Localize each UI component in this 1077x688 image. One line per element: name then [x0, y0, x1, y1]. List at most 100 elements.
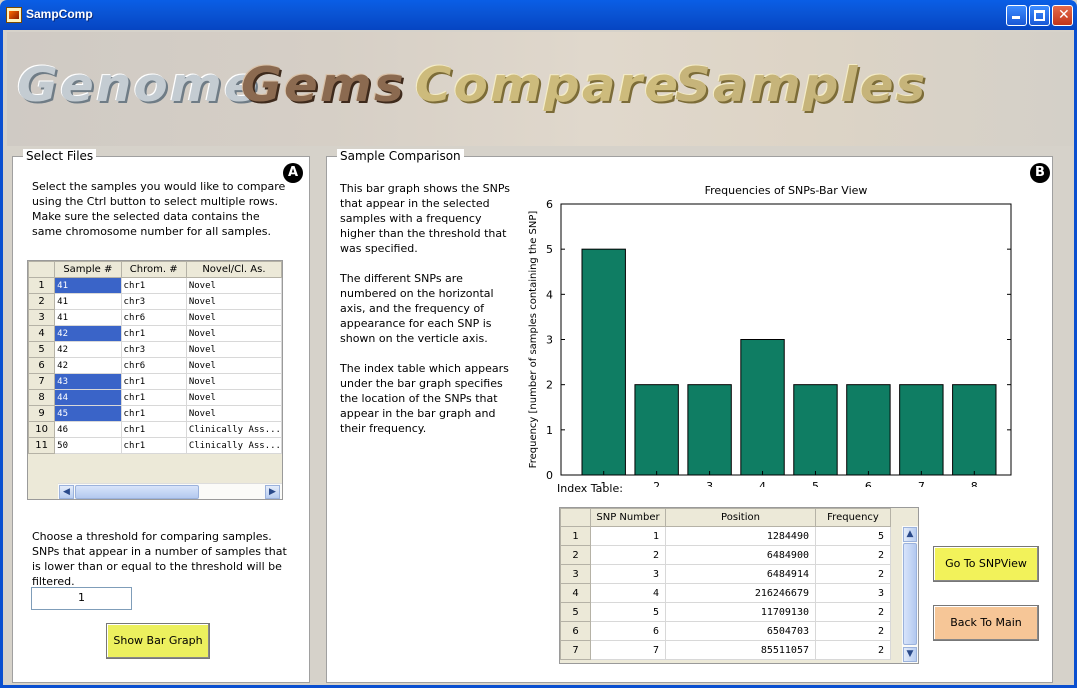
index-table-vertical-scrollbar[interactable]: ▲ ▼: [902, 526, 918, 663]
column-header-sample[interactable]: Sample #: [54, 261, 122, 278]
index-scroll-thumb[interactable]: [903, 543, 917, 645]
show-bar-graph-button[interactable]: Show Bar Graph: [106, 623, 210, 659]
minimize-button[interactable]: [1006, 5, 1027, 26]
go-to-snpview-button[interactable]: Go To SNPView: [933, 546, 1039, 582]
chrom-cell[interactable]: chr6: [120, 309, 187, 326]
column-header-snp-number[interactable]: SNP Number: [590, 508, 666, 527]
row-number[interactable]: 7: [28, 373, 56, 390]
type-cell[interactable]: Novel: [185, 277, 282, 294]
scroll-down-icon[interactable]: ▼: [903, 647, 917, 662]
sample-files-table[interactable]: Sample # Chrom. # Novel/Cl. As. 1 41 chr1 N…: [27, 260, 283, 500]
sample-cell[interactable]: 42: [54, 341, 122, 358]
index-table-row[interactable]: 3 3 6484914 2: [560, 564, 891, 584]
snp-number-cell[interactable]: 1: [590, 526, 666, 546]
type-cell[interactable]: Novel: [185, 325, 282, 342]
sample-cell[interactable]: 41: [54, 309, 122, 326]
row-number[interactable]: 3: [28, 309, 56, 326]
table-row[interactable]: 7 43 chr1 Novel: [28, 373, 282, 390]
index-table[interactable]: SNP Number Position Frequency 1 1 1284490 5…: [559, 507, 919, 664]
sample-cell[interactable]: 45: [54, 405, 122, 422]
type-cell[interactable]: Clinically Ass...: [185, 421, 282, 438]
chrom-cell[interactable]: chr3: [120, 341, 187, 358]
type-cell[interactable]: Novel: [185, 389, 282, 406]
frequency-cell[interactable]: 2: [815, 602, 891, 622]
scroll-thumb[interactable]: [75, 485, 199, 499]
table-row[interactable]: 2 41 chr3 Novel: [28, 293, 282, 310]
type-cell[interactable]: Novel: [185, 293, 282, 310]
row-number[interactable]: 11: [28, 437, 56, 454]
chrom-cell[interactable]: chr1: [120, 421, 187, 438]
sample-cell[interactable]: 42: [54, 357, 122, 374]
row-number[interactable]: 2: [28, 293, 56, 310]
frequency-cell[interactable]: 2: [815, 564, 891, 584]
position-cell[interactable]: 6484900: [665, 545, 816, 565]
scroll-left-icon[interactable]: ◀: [59, 485, 74, 499]
row-number[interactable]: 9: [28, 405, 56, 422]
row-number[interactable]: 1: [560, 526, 591, 546]
position-cell[interactable]: 6484914: [665, 564, 816, 584]
table-row[interactable]: 9 45 chr1 Novel: [28, 405, 282, 422]
table-row[interactable]: 10 46 chr1 Clinically Ass...: [28, 421, 282, 438]
row-number[interactable]: 4: [28, 325, 56, 342]
type-cell[interactable]: Novel: [185, 309, 282, 326]
position-cell[interactable]: 6504703: [665, 621, 816, 641]
frequency-cell[interactable]: 2: [815, 640, 891, 660]
chrom-cell[interactable]: chr3: [120, 293, 187, 310]
close-button[interactable]: ✕: [1052, 5, 1073, 26]
type-cell[interactable]: Novel: [185, 405, 282, 422]
row-number[interactable]: 2: [560, 545, 591, 565]
row-number[interactable]: 5: [28, 341, 56, 358]
row-number[interactable]: 6: [28, 357, 56, 374]
chrom-cell[interactable]: chr1: [120, 277, 187, 294]
chrom-cell[interactable]: chr1: [120, 437, 187, 454]
chrom-cell[interactable]: chr1: [120, 405, 187, 422]
snp-number-cell[interactable]: 4: [590, 583, 666, 603]
frequency-cell[interactable]: 3: [815, 583, 891, 603]
column-header-position[interactable]: Position: [665, 508, 816, 527]
sample-cell[interactable]: 42: [54, 325, 122, 342]
row-number[interactable]: 8: [28, 389, 56, 406]
index-table-row[interactable]: 4 4 216246679 3: [560, 583, 891, 603]
snp-number-cell[interactable]: 7: [590, 640, 666, 660]
index-table-row[interactable]: 7 7 85511057 2: [560, 640, 891, 660]
position-cell[interactable]: 216246679: [665, 583, 816, 603]
type-cell[interactable]: Clinically Ass...: [185, 437, 282, 454]
type-cell[interactable]: Novel: [185, 341, 282, 358]
index-table-row[interactable]: 2 2 6484900 2: [560, 545, 891, 565]
chrom-cell[interactable]: chr6: [120, 357, 187, 374]
back-to-main-button[interactable]: Back To Main: [933, 605, 1039, 641]
frequency-cell[interactable]: 2: [815, 545, 891, 565]
row-number[interactable]: 6: [560, 621, 591, 641]
index-table-row[interactable]: 5 5 11709130 2: [560, 602, 891, 622]
sample-cell[interactable]: 44: [54, 389, 122, 406]
row-number[interactable]: 5: [560, 602, 591, 622]
column-header-frequency[interactable]: Frequency: [815, 508, 891, 527]
sample-cell[interactable]: 41: [54, 293, 122, 310]
frequency-cell[interactable]: 2: [815, 621, 891, 641]
chrom-cell[interactable]: chr1: [120, 389, 187, 406]
table-horizontal-scrollbar[interactable]: ◀ ▶: [58, 483, 282, 499]
table-row[interactable]: 4 42 chr1 Novel: [28, 325, 282, 342]
table-row[interactable]: 3 41 chr6 Novel: [28, 309, 282, 326]
table-row[interactable]: 11 50 chr1 Clinically Ass...: [28, 437, 282, 454]
row-number[interactable]: 3: [560, 564, 591, 584]
index-table-row[interactable]: 1 1 1284490 5: [560, 526, 891, 546]
snp-number-cell[interactable]: 5: [590, 602, 666, 622]
table-row[interactable]: 6 42 chr6 Novel: [28, 357, 282, 374]
index-table-row[interactable]: 6 6 6504703 2: [560, 621, 891, 641]
type-cell[interactable]: Novel: [185, 357, 282, 374]
sample-cell[interactable]: 41: [54, 277, 122, 294]
row-number[interactable]: 1: [28, 277, 56, 294]
sample-cell[interactable]: 50: [54, 437, 122, 454]
position-cell[interactable]: 85511057: [665, 640, 816, 660]
snp-number-cell[interactable]: 6: [590, 621, 666, 641]
threshold-input[interactable]: 1: [31, 587, 132, 610]
scroll-up-icon[interactable]: ▲: [903, 527, 917, 542]
chrom-cell[interactable]: chr1: [120, 373, 187, 390]
scroll-right-icon[interactable]: ▶: [265, 485, 280, 499]
snp-number-cell[interactable]: 2: [590, 545, 666, 565]
row-number[interactable]: 4: [560, 583, 591, 603]
sample-cell[interactable]: 46: [54, 421, 122, 438]
chrom-cell[interactable]: chr1: [120, 325, 187, 342]
position-cell[interactable]: 11709130: [665, 602, 816, 622]
